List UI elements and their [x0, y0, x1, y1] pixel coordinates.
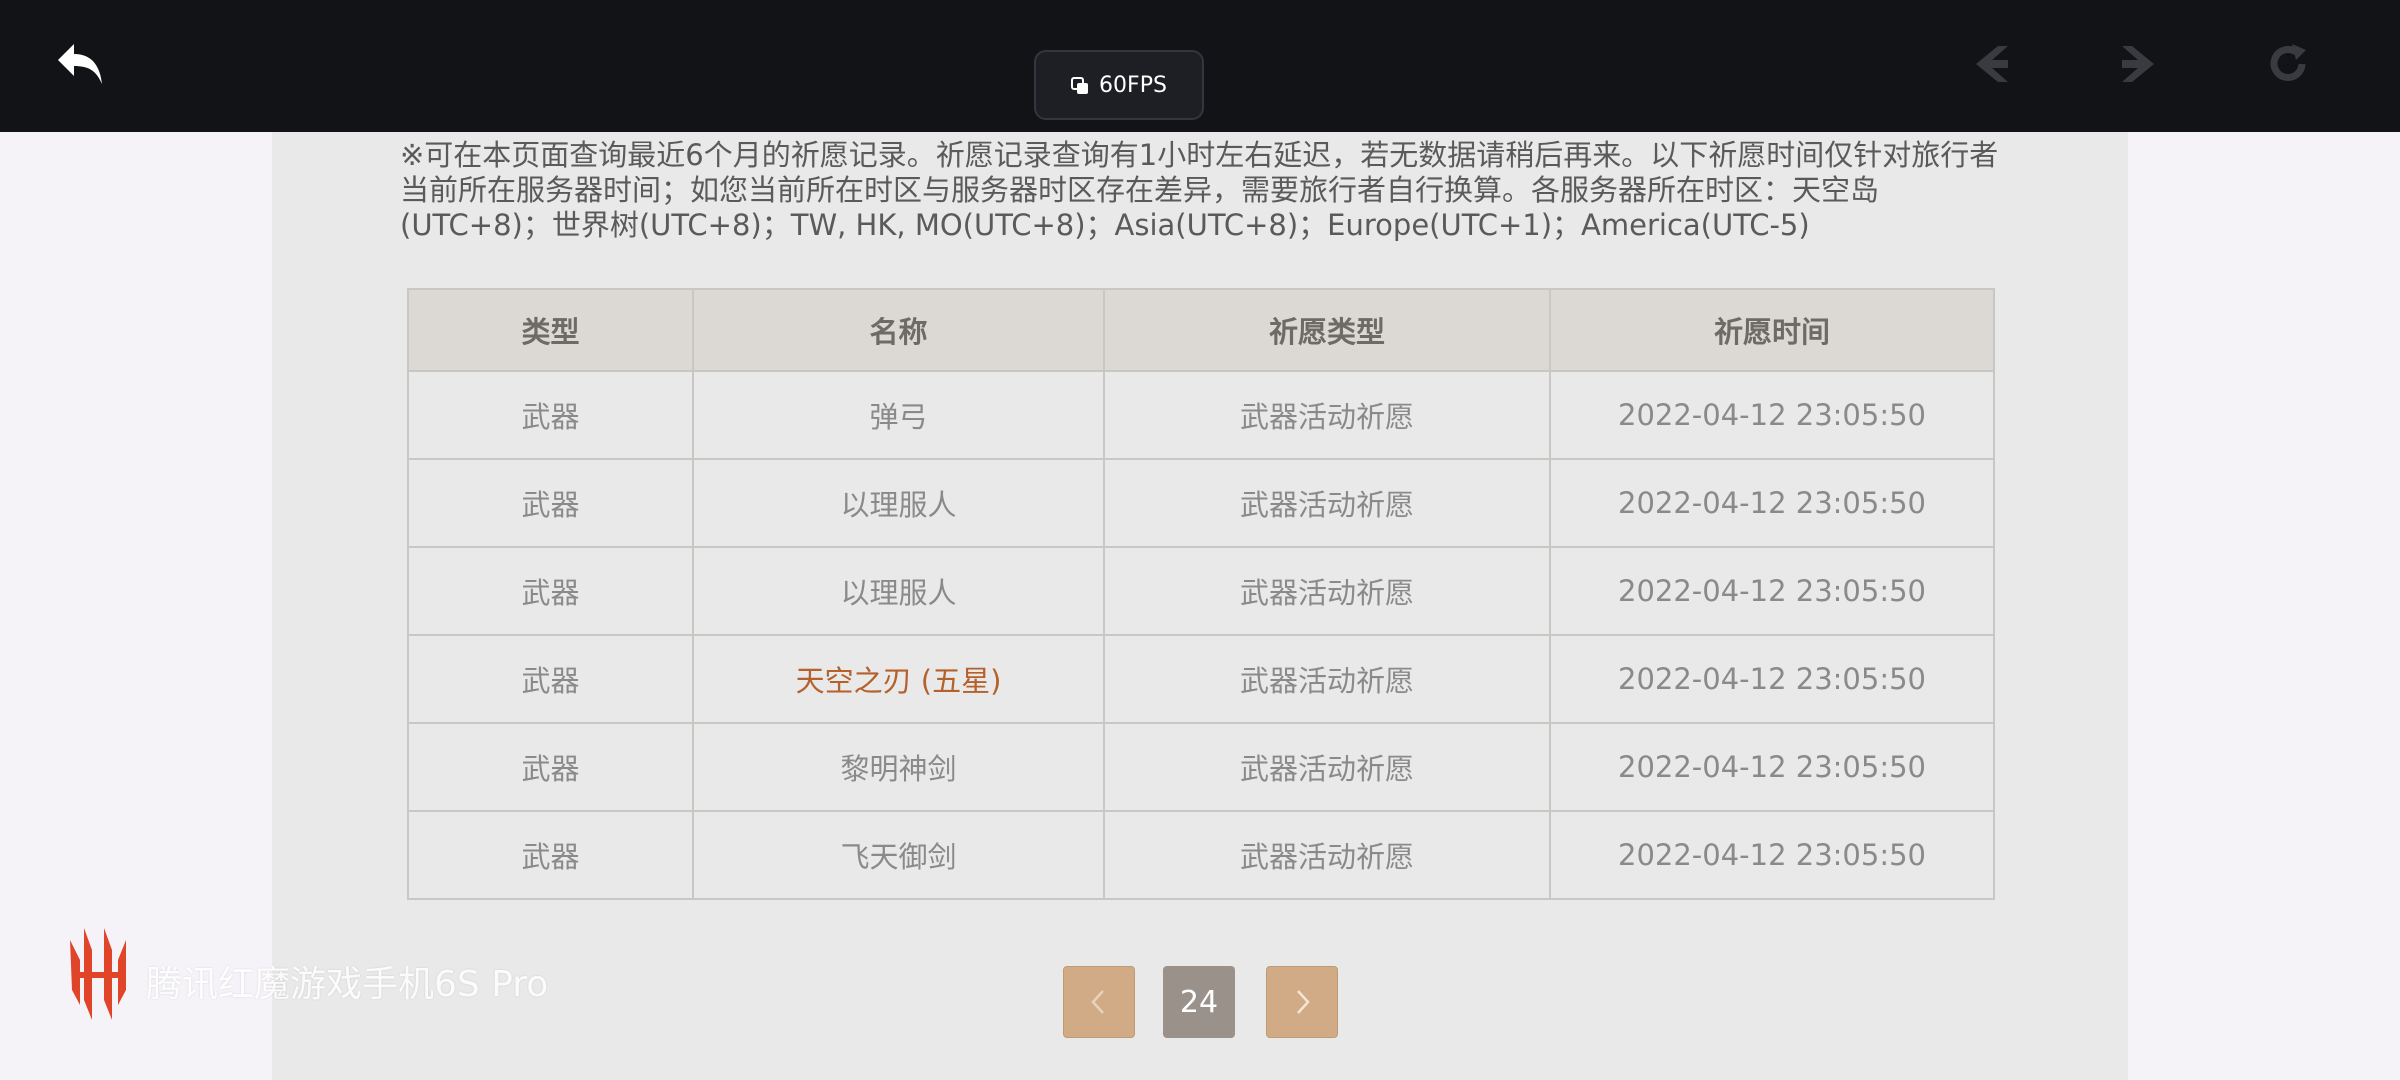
table-row: 武器 弹弓 武器活动祈愿 2022-04-12 23:05:50	[407, 370, 1995, 460]
table-row: 武器 以理服人 武器活动祈愿 2022-04-12 23:05:50	[407, 458, 1995, 548]
reload-icon	[2270, 44, 2306, 81]
browser-topbar: 60FPS	[0, 0, 2400, 132]
wish-record-table: 类型 名称 祈愿类型 祈愿时间 武器 弹弓 武器活动祈愿 2022-04-12 …	[407, 288, 1995, 900]
device-watermark: 腾讯红魔游戏手机6S Pro	[146, 964, 549, 1005]
table-row: 武器 天空之刃 (五星) 武器活动祈愿 2022-04-12 23:05:50	[407, 634, 1995, 724]
prev-page-button[interactable]	[1063, 966, 1135, 1038]
current-page: 24	[1163, 966, 1235, 1038]
reload-button[interactable]	[2264, 40, 2312, 88]
next-page-button[interactable]	[1266, 966, 1338, 1038]
cell-time: 2022-04-12 23:05:50	[1549, 458, 1995, 548]
nav-next-icon	[2122, 46, 2154, 82]
red-magic-logo	[62, 920, 134, 1025]
table-row: 武器 以理服人 武器活动祈愿 2022-04-12 23:05:50	[407, 546, 1995, 636]
cell-type: 武器	[407, 546, 694, 636]
cell-time: 2022-04-12 23:05:50	[1549, 546, 1995, 636]
table-header-row: 类型 名称 祈愿类型 祈愿时间	[407, 288, 1995, 372]
cell-name: 以理服人	[692, 458, 1105, 548]
nav-next-button[interactable]	[2114, 40, 2162, 88]
cell-name: 黎明神剑	[692, 722, 1105, 812]
fps-icon	[1071, 76, 1089, 94]
cell-type: 武器	[407, 458, 694, 548]
cell-time: 2022-04-12 23:05:50	[1549, 722, 1995, 812]
cell-time: 2022-04-12 23:05:50	[1549, 370, 1995, 460]
nav-prev-button[interactable]	[1968, 40, 2016, 88]
fps-label: 60FPS	[1099, 72, 1167, 98]
header-wish-time: 祈愿时间	[1549, 288, 1995, 372]
cell-name: 飞天御剑	[692, 810, 1105, 900]
header-name: 名称	[692, 288, 1105, 372]
header-wish-type: 祈愿类型	[1103, 288, 1551, 372]
table-row: 武器 飞天御剑 武器活动祈愿 2022-04-12 23:05:50	[407, 810, 1995, 900]
back-icon	[58, 44, 102, 84]
cell-wish-type: 武器活动祈愿	[1103, 810, 1551, 900]
chevron-right-icon	[1297, 990, 1310, 1014]
cell-wish-type: 武器活动祈愿	[1103, 722, 1551, 812]
nav-prev-icon	[1976, 46, 2008, 82]
cell-wish-type: 武器活动祈愿	[1103, 634, 1551, 724]
fps-indicator[interactable]: 60FPS	[1034, 50, 1204, 120]
table-row: 武器 黎明神剑 武器活动祈愿 2022-04-12 23:05:50	[407, 722, 1995, 812]
cell-type: 武器	[407, 722, 694, 812]
page: 60FPS ※可在本页面查询最近6个月的祈愿记录。祈愿记录查询有1小时左右延迟，…	[0, 0, 2400, 1080]
cell-name-five-star: 天空之刃 (五星)	[692, 634, 1105, 724]
cell-time: 2022-04-12 23:05:50	[1549, 810, 1995, 900]
chevron-left-icon	[1091, 990, 1104, 1014]
cell-type: 武器	[407, 370, 694, 460]
cell-name: 以理服人	[692, 546, 1105, 636]
cell-time: 2022-04-12 23:05:50	[1549, 634, 1995, 724]
back-button[interactable]	[52, 36, 112, 96]
cell-type: 武器	[407, 634, 694, 724]
notice-text: ※可在本页面查询最近6个月的祈愿记录。祈愿记录查询有1小时左右延迟，若无数据请稍…	[400, 138, 1999, 242]
cell-wish-type: 武器活动祈愿	[1103, 370, 1551, 460]
cell-type: 武器	[407, 810, 694, 900]
cell-wish-type: 武器活动祈愿	[1103, 458, 1551, 548]
cell-wish-type: 武器活动祈愿	[1103, 546, 1551, 636]
header-type: 类型	[407, 288, 694, 372]
cell-name: 弹弓	[692, 370, 1105, 460]
